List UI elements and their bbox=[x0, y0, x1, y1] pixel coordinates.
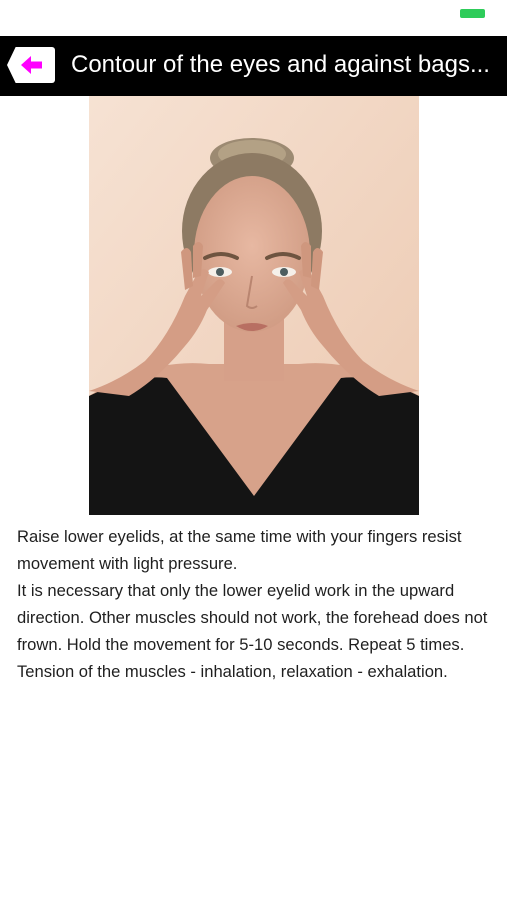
exercise-photo bbox=[89, 96, 419, 515]
instruction-paragraph: Tension of the muscles - inhalation, rel… bbox=[17, 662, 448, 681]
exercise-description: Raise lower eyelids, at the same time wi… bbox=[17, 523, 497, 685]
instruction-paragraph: It is necessary that only the lower eyel… bbox=[17, 581, 488, 654]
top-bar: Contour of the eyes and against bags... bbox=[0, 36, 507, 96]
page-title: Contour of the eyes and against bags... bbox=[71, 51, 490, 78]
battery-icon bbox=[460, 9, 485, 18]
arrow-left-icon bbox=[21, 56, 42, 74]
back-button[interactable] bbox=[7, 47, 55, 83]
status-bar bbox=[0, 0, 507, 36]
instruction-paragraph: Raise lower eyelids, at the same time wi… bbox=[17, 527, 462, 573]
